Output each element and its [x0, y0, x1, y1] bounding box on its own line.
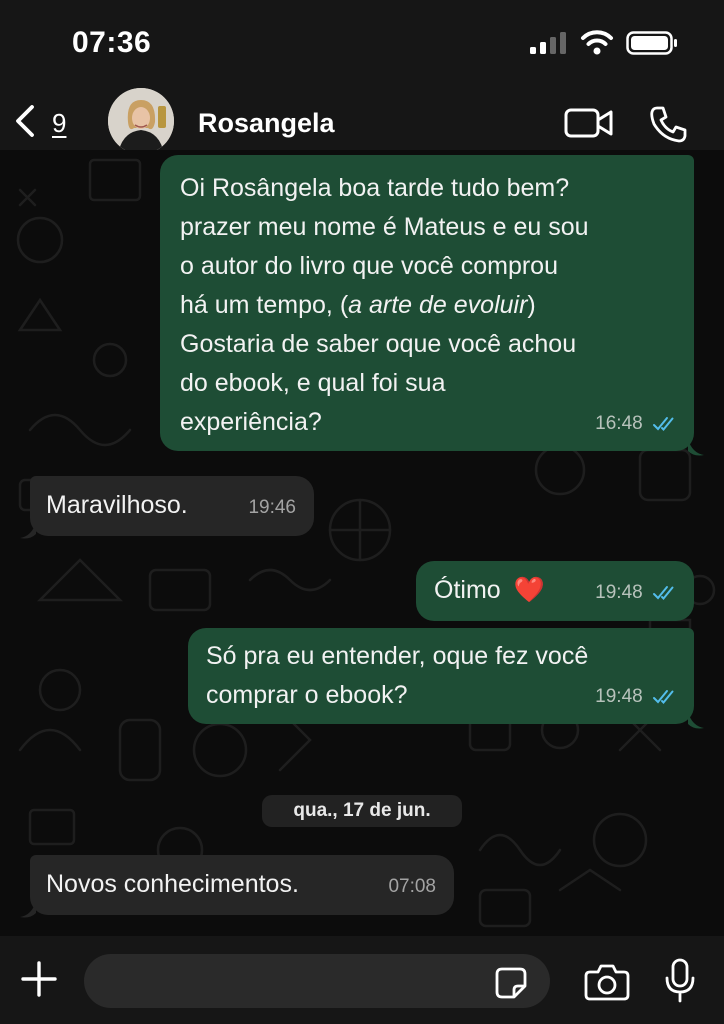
- message-time: 19:48: [595, 686, 643, 707]
- wifi-icon: [581, 30, 613, 55]
- compose-bar: [0, 936, 724, 1024]
- message-bubble-outgoing[interactable]: Só pra eu entender, oque fez você compra…: [188, 628, 694, 724]
- camera-icon[interactable]: [584, 962, 630, 1002]
- message-meta: 19:48: [595, 573, 678, 612]
- message-line: há um tempo, (a arte de evoluir): [180, 291, 536, 319]
- message-time: 19:46: [248, 497, 296, 518]
- message-line: Só pra eu entender, oque fez você: [206, 642, 589, 670]
- phone-icon[interactable]: [648, 104, 688, 144]
- chat-area[interactable]: Oi Rosângela boa tarde tudo bem? prazer …: [0, 150, 724, 936]
- message-meta: 19:46: [248, 488, 296, 527]
- message-bubble-outgoing[interactable]: Oi Rosângela boa tarde tudo bem? prazer …: [160, 155, 694, 451]
- double-check-icon: [653, 416, 674, 431]
- message-line: Gostaria de saber oque você achou: [180, 330, 577, 358]
- double-check-icon: [653, 585, 674, 600]
- status-time: 07:36: [72, 26, 152, 59]
- message-line: o autor do livro que você comprou: [180, 252, 558, 280]
- sticker-icon[interactable]: [494, 966, 528, 1000]
- heart-emoji: ❤️: [513, 576, 545, 604]
- contact-name[interactable]: Rosangela: [198, 108, 335, 139]
- video-camera-icon[interactable]: [564, 106, 614, 140]
- message-bubble-outgoing[interactable]: Ótimo ❤️ 19:48: [416, 561, 694, 621]
- book-title: a arte de evoluir: [348, 291, 528, 319]
- message-meta: 19:48: [595, 677, 678, 716]
- message-text: há um tempo,: [180, 291, 340, 319]
- chat-header: 9 Rosangela: [0, 88, 724, 154]
- double-check-icon: [653, 689, 674, 704]
- message-bubble-incoming[interactable]: Novos conhecimentos. 07:08: [30, 855, 454, 915]
- chevron-left-icon[interactable]: [12, 104, 38, 138]
- date-separator: qua., 17 de jun.: [262, 795, 462, 827]
- message-text: Ótimo: [434, 576, 501, 604]
- message-input[interactable]: [84, 954, 550, 1008]
- message-line: prazer meu nome é Mateus e eu sou: [180, 213, 589, 241]
- avatar[interactable]: [108, 88, 174, 154]
- battery-icon: [626, 31, 677, 55]
- bubble-tail: [20, 901, 36, 918]
- signal-icon: [530, 32, 566, 54]
- microphone-icon[interactable]: [664, 958, 696, 1004]
- message-time: 19:48: [595, 582, 643, 603]
- message-meta: 16:48: [595, 404, 678, 443]
- message-line: do ebook, e qual foi sua: [180, 369, 446, 397]
- bubble-tail: [688, 439, 704, 456]
- plus-icon[interactable]: [20, 960, 58, 998]
- status-bar: 07:36: [0, 0, 724, 88]
- bubble-tail: [20, 522, 36, 539]
- message-time: 07:08: [388, 876, 436, 897]
- bubble-tail: [688, 712, 704, 729]
- message-line: Oi Rosângela boa tarde tudo bem?: [180, 174, 570, 202]
- message-time: 16:48: [595, 413, 643, 434]
- back-chat-count[interactable]: 9: [52, 108, 66, 139]
- message-bubble-incoming[interactable]: Maravilhoso. 19:46: [30, 476, 314, 536]
- message-meta: 07:08: [388, 867, 436, 906]
- message-text: Maravilhoso.: [46, 491, 188, 519]
- message-text: Novos conhecimentos.: [46, 870, 299, 898]
